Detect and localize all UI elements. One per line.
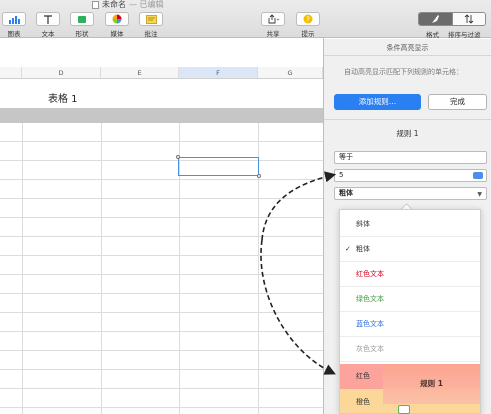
share-label: 共享 [266, 30, 280, 38]
shape-label: 形状 [75, 30, 89, 38]
cell-reference-icon [398, 405, 410, 414]
menu-item-bold[interactable]: ✓ 粗体 [340, 237, 480, 262]
sidebar-title: 条件高亮显示 [386, 44, 429, 52]
selected-cell[interactable] [178, 157, 259, 176]
menu-item-label: 橙色 [356, 398, 370, 406]
chevron-down-icon: ▼ [477, 191, 482, 198]
column-header-d[interactable]: D [22, 67, 101, 79]
media-label: 媒体 [110, 30, 124, 38]
paintbrush-icon [432, 15, 440, 23]
table-row[interactable] [0, 313, 323, 332]
table-row[interactable] [0, 351, 323, 370]
selection-handle[interactable] [176, 155, 180, 159]
column-divider [22, 123, 23, 414]
text-button[interactable]: 文本 [33, 12, 63, 38]
comment-button[interactable]: 批注 [136, 12, 166, 38]
column-divider [101, 123, 102, 414]
document-name: 未命名 [102, 0, 126, 9]
column-header-g[interactable]: G [258, 67, 323, 79]
column-header-f[interactable]: F [179, 67, 258, 79]
table-row[interactable] [0, 161, 323, 180]
tips-button[interactable]: ? 提示 [293, 12, 323, 38]
menu-item-label: 红色 [356, 372, 370, 380]
menu-item-label: 绿色文本 [356, 295, 384, 303]
table-row[interactable] [0, 389, 323, 408]
media-icon [105, 12, 129, 26]
menu-item-label: 灰色文本 [356, 345, 384, 353]
toolbar: 未命名 — 已编辑 图表 文本 形状 媒体 批注 共享 ? 提示 格式 排序与过… [0, 0, 491, 39]
table-row[interactable] [0, 218, 323, 237]
table-row[interactable] [0, 237, 323, 256]
add-rule-button[interactable]: 添加规则… [334, 94, 421, 110]
table-header-row[interactable] [0, 108, 323, 123]
divider [324, 119, 491, 120]
cell-reference-icon[interactable] [473, 172, 483, 179]
share-button[interactable]: 共享 [258, 12, 288, 38]
sidebar-description: 自动高亮显示匹配下列规则的单元格： [344, 68, 463, 76]
chart-icon [2, 12, 26, 26]
table-title[interactable]: 表格 1 [48, 90, 78, 105]
column-header-e[interactable]: E [101, 67, 179, 79]
document-icon [92, 0, 99, 9]
tips-icon: ? [296, 12, 320, 26]
table-row[interactable] [0, 180, 323, 199]
comment-icon [139, 12, 163, 26]
column-header[interactable] [0, 67, 22, 79]
rule-drag-preview: 规则 1 [383, 364, 480, 404]
shape-icon [70, 12, 94, 26]
table-row[interactable] [0, 123, 323, 142]
menu-item-italic[interactable]: 斜体 [340, 212, 480, 237]
table-row[interactable] [0, 332, 323, 351]
done-button[interactable]: 完成 [428, 94, 487, 110]
menu-item-gray-text[interactable]: 灰色文本 [340, 337, 480, 362]
format-label: 格式 [426, 31, 439, 39]
menu-item-red-text[interactable]: 红色文本 [340, 262, 480, 287]
menu-item-label: 粗体 [356, 245, 370, 253]
chart-button[interactable]: 图表 [0, 12, 29, 38]
menu-item-label: 红色文本 [356, 270, 384, 278]
divider [324, 55, 491, 56]
selection-handle[interactable] [257, 174, 261, 178]
share-icon [261, 12, 285, 26]
table-row[interactable] [0, 370, 323, 389]
checkmark-icon: ✓ [345, 245, 351, 253]
sheet-canvas[interactable]: D E F G 表格 1 [0, 39, 323, 414]
table-row[interactable] [0, 294, 323, 313]
tips-label: 提示 [301, 30, 315, 38]
table-row[interactable] [0, 275, 323, 294]
text-icon [36, 12, 60, 26]
condition-field[interactable]: 等于 [334, 151, 487, 164]
table-row[interactable] [0, 142, 323, 161]
value-text: 5 [339, 171, 344, 179]
chart-label: 图表 [7, 30, 21, 38]
menu-item-blue-text[interactable]: 蓝色文本 [340, 312, 480, 337]
shape-button[interactable]: 形状 [67, 12, 97, 38]
document-title[interactable]: 未命名 — 已编辑 [92, 0, 164, 10]
media-button[interactable]: 媒体 [102, 12, 132, 38]
menu-item-label: 斜体 [356, 220, 370, 228]
comment-label: 批注 [144, 30, 158, 38]
text-label: 文本 [41, 30, 55, 38]
format-toggle[interactable] [419, 13, 452, 25]
document-status: — 已编辑 [129, 0, 164, 9]
sort-icon [464, 14, 474, 24]
style-select[interactable]: 粗体 ▼ [334, 187, 487, 200]
style-select-value: 粗体 [339, 189, 353, 197]
value-field[interactable]: 5 [334, 169, 487, 182]
menu-item-green-text[interactable]: 绿色文本 [340, 287, 480, 312]
rule-title: 规则 1 [396, 129, 419, 138]
table-row[interactable] [0, 256, 323, 275]
svg-text:?: ? [306, 16, 310, 24]
menu-item-label: 蓝色文本 [356, 320, 384, 328]
inspector-toggle [418, 12, 486, 26]
sort-filter-label: 排序与过滤 [448, 31, 481, 39]
sort-filter-toggle[interactable] [451, 13, 485, 25]
table-row[interactable] [0, 199, 323, 218]
